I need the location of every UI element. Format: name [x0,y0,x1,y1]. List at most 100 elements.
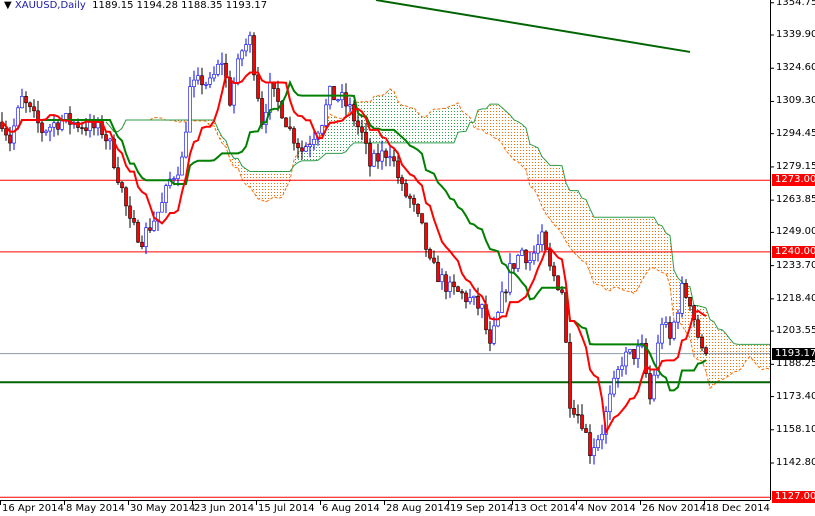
level-price-badge: 1127.00 [772,491,815,504]
bullish-candle [12,125,16,144]
bearish-candle [300,147,304,152]
ichimoku-cloud-segment [278,171,282,199]
bullish-candle [348,104,352,107]
bearish-candle [552,265,556,277]
ichimoku-cloud-segment [806,338,810,344]
bearish-candle [704,347,708,354]
bullish-candle [204,84,208,86]
price-tick-label: 1249.00 [776,226,815,238]
bullish-candle [380,150,384,162]
bearish-candle [252,35,256,76]
triangle-down-icon[interactable]: ▼ [4,0,12,11]
ichimoku-cloud-segment [798,337,802,344]
bullish-candle [244,44,248,52]
bullish-candle [680,283,684,314]
bullish-candle [64,113,68,120]
ichimoku-cloud-segment [618,217,622,290]
bullish-candle [172,178,176,180]
bearish-candle [200,75,204,86]
ichimoku-cloud-segment [422,116,426,143]
ichimoku-cloud-segment [602,217,606,290]
ichimoku-cloud-segment [670,235,674,321]
bearish-candle [384,150,388,158]
bearish-candle [404,183,408,197]
bullish-candle [16,107,20,127]
bullish-candle [536,244,540,254]
bearish-candle [396,160,400,178]
date-tick-label: 23 Jun 2014 [194,503,255,514]
ichimoku-cloud-segment [538,147,542,207]
ichimoku-cloud-segment [262,171,266,202]
bullish-candle [472,295,476,298]
bullish-candle [212,74,216,79]
ichimoku-cloud-segment [638,217,642,289]
ichimoku-cloud-segment [418,112,422,143]
bearish-candle [256,74,260,99]
bearish-candle [412,197,416,205]
bearish-candle [148,227,152,231]
ichimoku-cloud-segment [622,217,626,291]
bearish-candle [284,117,288,128]
bullish-candle [468,297,472,303]
ichimoku-cloud-segment [234,158,238,168]
bearish-candle [560,289,564,293]
ichimoku-cloud-segment [386,88,390,143]
bearish-candle [40,122,44,133]
bullish-candle [612,377,616,395]
ichimoku-cloud-segment [410,107,414,143]
bearish-candle [116,167,120,183]
ichimoku-cloud-segment [542,156,546,215]
bullish-candle [516,255,520,269]
ichimoku-cloud-segment [330,114,334,154]
ichimoku-cloud-segment [646,217,650,274]
bullish-candle [336,99,340,102]
level-price-badge: 1273.00 [772,174,815,187]
ichimoku-cloud-segment [562,165,566,242]
bullish-candle [196,75,200,81]
date-tick-label: 8 May 2014 [66,503,125,514]
bullish-candle [596,439,600,448]
ichimoku-cloud-segment [722,329,726,380]
bullish-candle [216,64,220,75]
bullish-candle [480,304,484,309]
bearish-candle [668,322,672,339]
bearish-candle [580,414,584,429]
ichimoku-cloud-segment [766,344,770,370]
ichimoku-cloud-segment [338,118,342,154]
ichimoku-cloud-segment [586,199,590,273]
ichimoku-cloud-segment [490,104,494,138]
bearish-candle [364,131,368,144]
ichimoku-cloud-segment [430,109,434,143]
ichimoku-cloud-segment [510,114,514,160]
bearish-candle [120,182,124,189]
ichimoku-cloud-segment [666,232,670,286]
bearish-candle [132,218,136,223]
bullish-candle [320,125,324,134]
ichimoku-cloud-segment [478,108,482,130]
date-tick-label: 19 Sep 2014 [450,503,514,514]
price-chart[interactable] [0,0,815,516]
bearish-candle [684,283,688,298]
ichimoku-cloud-segment [446,106,450,143]
ichimoku-cloud-segment [734,343,738,372]
bearish-candle [296,142,300,149]
bearish-candle [392,156,396,162]
bearish-candle [544,231,548,251]
ichimoku-cloud-segment [270,171,274,200]
bullish-candle [304,146,308,152]
bearish-candle [276,88,280,102]
bullish-candle [608,393,612,412]
bearish-candle [436,261,440,283]
date-tick-label: 4 Nov 2014 [578,503,636,514]
bearish-candle [428,249,432,259]
bearish-candle [648,373,652,400]
bullish-candle [180,156,184,176]
ichimoku-cloud-segment [254,171,258,199]
bearish-candle [576,414,580,416]
price-tick-label: 1339.90 [776,29,815,40]
bearish-candle [416,204,420,214]
price-tick-label: 1188.25 [776,358,815,370]
ichimoku-cloud-segment [566,183,570,248]
bearish-candle [452,281,456,288]
bullish-candle [372,153,376,167]
